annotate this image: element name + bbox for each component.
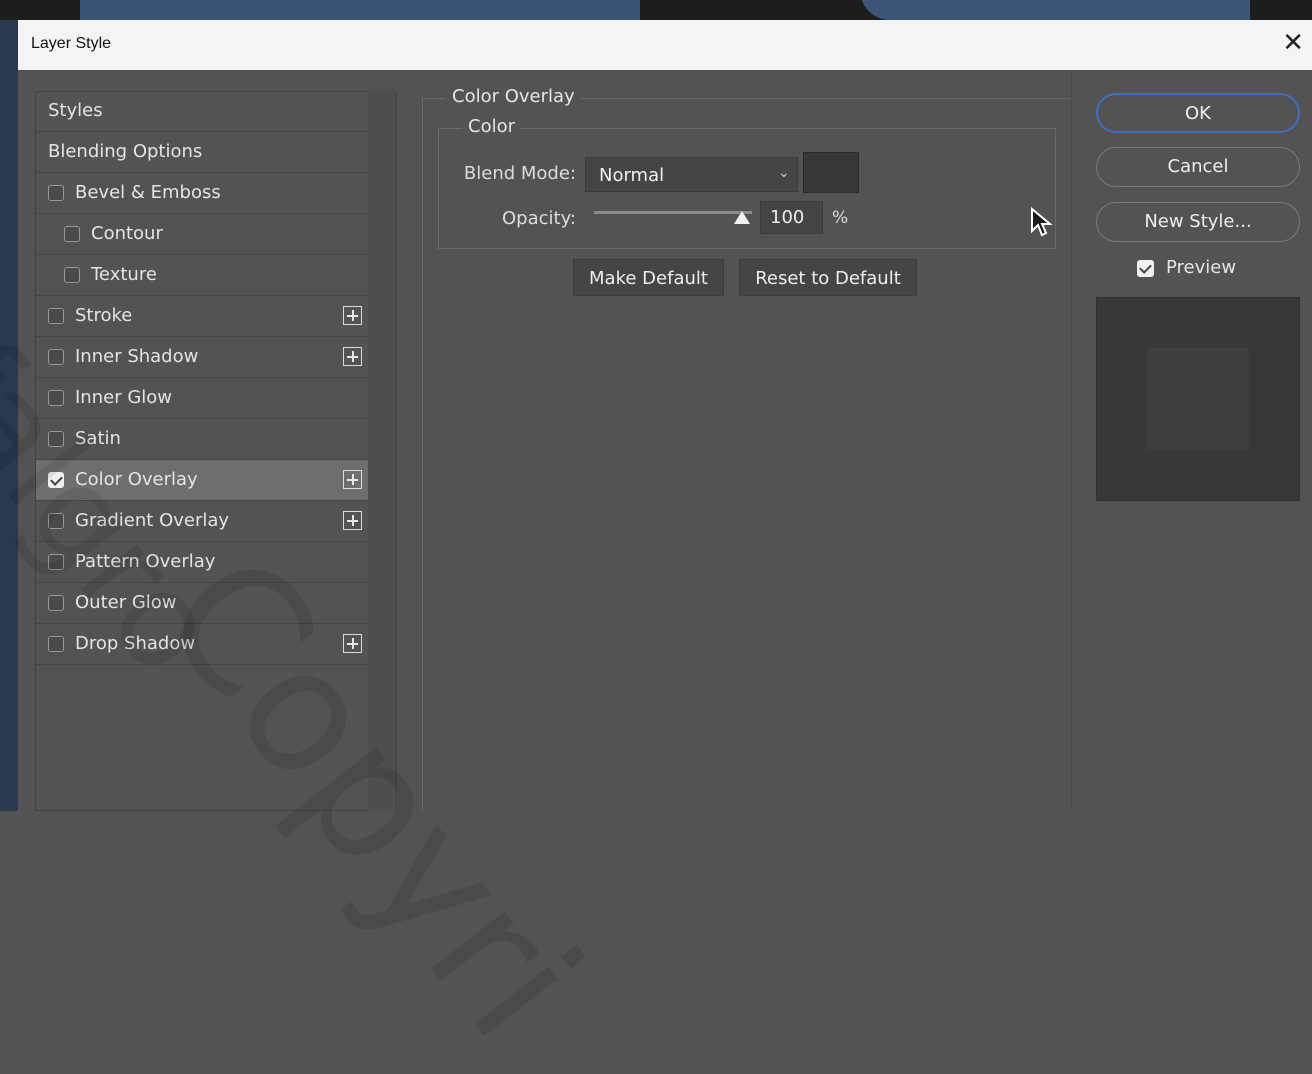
style-row[interactable]: Pattern Overlay: [36, 542, 368, 583]
style-row[interactable]: Contour: [36, 214, 368, 255]
preview-checkbox[interactable]: [1137, 260, 1154, 277]
opacity-unit: %: [832, 208, 849, 228]
style-row-label: Texture: [91, 264, 157, 285]
window-frame-left: [0, 20, 18, 811]
style-row-label: Drop Shadow: [75, 633, 196, 654]
style-preview-swatch: [1147, 348, 1249, 450]
blend-mode-select[interactable]: Normal ⌄: [585, 157, 798, 192]
opacity-slider-thumb[interactable]: [734, 211, 750, 224]
add-effect-icon[interactable]: [343, 306, 362, 325]
chevron-down-icon: ⌄: [778, 165, 790, 181]
style-checkbox[interactable]: [64, 226, 80, 242]
title-bar: Layer Style ✕: [18, 20, 1312, 70]
close-icon[interactable]: ✕: [1282, 30, 1304, 56]
add-effect-icon[interactable]: [343, 511, 362, 530]
style-checkbox[interactable]: [48, 431, 64, 447]
preview-label: Preview: [1166, 257, 1237, 278]
styles-panel-scrollbar[interactable]: [368, 91, 396, 811]
opacity-slider-track[interactable]: [594, 211, 752, 214]
style-row-label: Outer Glow: [75, 592, 177, 613]
style-checkbox[interactable]: [48, 472, 64, 488]
opacity-value: 100: [770, 207, 805, 228]
style-checkbox[interactable]: [48, 554, 64, 570]
color-subgroup-title: Color: [462, 116, 521, 137]
style-row-label: Stroke: [75, 305, 133, 326]
style-checkbox[interactable]: [48, 595, 64, 611]
mouse-pointer-icon: [1031, 207, 1053, 237]
style-row[interactable]: Inner Shadow: [36, 337, 368, 378]
window-title: Layer Style: [31, 35, 112, 52]
style-row-label: Inner Shadow: [75, 346, 199, 367]
style-checkbox[interactable]: [48, 513, 64, 529]
style-row[interactable]: Texture: [36, 255, 368, 296]
style-row[interactable]: Blending Options: [36, 132, 368, 173]
style-checkbox[interactable]: [48, 349, 64, 365]
style-row[interactable]: Gradient Overlay: [36, 501, 368, 542]
style-row[interactable]: Satin: [36, 419, 368, 460]
style-checkbox[interactable]: [48, 185, 64, 201]
style-row[interactable]: Styles: [36, 91, 368, 132]
style-row-label: Inner Glow: [75, 387, 173, 408]
style-row-label: Bevel & Emboss: [75, 182, 221, 203]
style-row-label: Satin: [75, 428, 121, 449]
opacity-label: Opacity:: [502, 208, 576, 229]
color-overlay-group-title: Color Overlay: [446, 86, 581, 107]
style-row[interactable]: Drop Shadow: [36, 624, 368, 665]
style-row-label: Gradient Overlay: [75, 510, 230, 531]
style-checkbox[interactable]: [48, 390, 64, 406]
right-divider: [1071, 70, 1072, 811]
style-checkbox[interactable]: [64, 267, 80, 283]
opacity-input[interactable]: 100: [760, 201, 823, 234]
style-row-label: Pattern Overlay: [75, 551, 216, 572]
style-row-label: Styles: [48, 100, 103, 121]
blend-mode-label: Blend Mode:: [463, 163, 576, 184]
style-row[interactable]: Outer Glow: [36, 583, 368, 624]
overlay-color-swatch[interactable]: [803, 152, 859, 193]
make-default-button[interactable]: Make Default: [573, 259, 724, 296]
add-effect-icon[interactable]: [343, 347, 362, 366]
style-checkbox[interactable]: [48, 636, 64, 652]
new-style-button[interactable]: New Style...: [1096, 202, 1300, 242]
cancel-button[interactable]: Cancel: [1096, 147, 1300, 187]
style-row-label: Color Overlay: [75, 469, 198, 490]
add-effect-icon[interactable]: [343, 634, 362, 653]
style-row[interactable]: Stroke: [36, 296, 368, 337]
style-row[interactable]: Bevel & Emboss: [36, 173, 368, 214]
blend-mode-value: Normal: [599, 165, 665, 186]
style-row[interactable]: Color Overlay: [36, 460, 368, 501]
style-row-label: Blending Options: [48, 141, 203, 162]
style-checkbox[interactable]: [48, 308, 64, 324]
add-effect-icon[interactable]: [343, 470, 362, 489]
style-row[interactable]: Inner Glow: [36, 378, 368, 419]
background-window-strip: [0, 0, 1312, 20]
ok-button[interactable]: OK: [1096, 93, 1300, 133]
style-row-label: Contour: [91, 223, 163, 244]
reset-to-default-button[interactable]: Reset to Default: [739, 259, 917, 296]
